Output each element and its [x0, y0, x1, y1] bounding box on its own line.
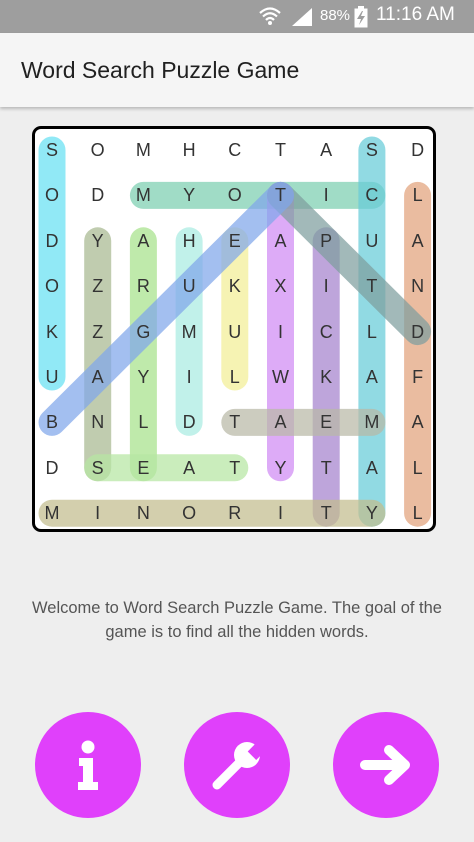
grid-letter[interactable]: O — [78, 135, 118, 165]
grid-letter[interactable]: I — [169, 362, 209, 392]
grid-letter[interactable]: H — [169, 226, 209, 256]
grid-letter[interactable]: O — [32, 180, 72, 210]
grid-letter[interactable]: Z — [78, 271, 118, 301]
grid-letter[interactable]: O — [169, 498, 209, 528]
grid-letter[interactable]: L — [123, 407, 163, 437]
grid-letter[interactable]: T — [215, 453, 255, 483]
grid-letter[interactable]: M — [352, 407, 392, 437]
grid-letter[interactable]: M — [169, 317, 209, 347]
grid-letter[interactable]: M — [123, 135, 163, 165]
grid-letter[interactable]: L — [352, 317, 392, 347]
grid-letter[interactable]: K — [32, 317, 72, 347]
grid-letter[interactable]: K — [306, 362, 346, 392]
grid-letter[interactable]: Z — [78, 317, 118, 347]
app-title: Word Search Puzzle Game — [21, 57, 300, 83]
app-bar: Word Search Puzzle Game — [0, 33, 474, 107]
grid-letter[interactable]: S — [32, 135, 72, 165]
grid-letter[interactable]: B — [32, 407, 72, 437]
grid-letter[interactable]: I — [306, 180, 346, 210]
grid-letter[interactable]: E — [215, 226, 255, 256]
grid-letter[interactable]: T — [306, 498, 346, 528]
wrench-icon — [212, 738, 270, 790]
found-word-highlight — [267, 181, 432, 346]
grid-letter[interactable]: A — [123, 226, 163, 256]
settings-button[interactable] — [184, 712, 290, 818]
grid-letter[interactable]: Y — [78, 226, 118, 256]
grid-letter[interactable]: A — [352, 453, 392, 483]
grid-letter[interactable]: Y — [169, 180, 209, 210]
word-grid[interactable]: SOMHCTASDODMYOTICLDYAHEAPUAOZRUKXITNKZGM… — [32, 126, 436, 532]
grid-letter[interactable]: U — [32, 362, 72, 392]
grid-letter[interactable]: D — [32, 453, 72, 483]
grid-letter[interactable]: O — [215, 180, 255, 210]
grid-letter[interactable]: C — [306, 317, 346, 347]
next-button[interactable] — [333, 712, 439, 818]
grid-letter[interactable]: Y — [352, 498, 392, 528]
grid-letter[interactable]: U — [352, 226, 392, 256]
grid-letter[interactable]: I — [261, 498, 301, 528]
grid-letter[interactable]: A — [398, 226, 438, 256]
grid-letter[interactable]: O — [32, 271, 72, 301]
grid-letter[interactable]: S — [78, 453, 118, 483]
info-button[interactable] — [35, 712, 141, 818]
grid-letter[interactable]: F — [398, 362, 438, 392]
wifi-icon — [258, 6, 282, 31]
grid-letter[interactable]: T — [261, 180, 301, 210]
grid-letter[interactable]: T — [352, 271, 392, 301]
grid-letter[interactable]: A — [398, 407, 438, 437]
grid-letter[interactable]: T — [261, 135, 301, 165]
grid-letter[interactable]: I — [78, 498, 118, 528]
grid-letter[interactable]: H — [169, 135, 209, 165]
grid-letter[interactable]: E — [306, 407, 346, 437]
grid-letter[interactable]: D — [169, 407, 209, 437]
grid-letter[interactable]: C — [352, 180, 392, 210]
grid-letter[interactable]: T — [215, 407, 255, 437]
grid-letter[interactable]: A — [261, 407, 301, 437]
grid-letter[interactable]: A — [261, 226, 301, 256]
grid-letter[interactable]: I — [306, 271, 346, 301]
clock: 11:16 AM — [376, 4, 455, 25]
status-bar: 88% 11:16 AM — [0, 0, 474, 33]
battery-percent: 88% — [320, 7, 351, 24]
grid-letter[interactable]: A — [78, 362, 118, 392]
grid-letter[interactable]: Y — [261, 453, 301, 483]
grid-letter[interactable]: A — [352, 362, 392, 392]
grid-letter[interactable]: L — [215, 362, 255, 392]
grid-letter[interactable]: M — [123, 180, 163, 210]
grid-letter[interactable]: R — [215, 498, 255, 528]
info-icon — [78, 740, 98, 790]
grid-letter[interactable]: S — [352, 135, 392, 165]
grid-letter[interactable]: E — [123, 453, 163, 483]
grid-letter[interactable]: N — [78, 407, 118, 437]
grid-letter[interactable]: A — [306, 135, 346, 165]
signal-icon — [290, 7, 314, 32]
grid-letter[interactable]: P — [306, 226, 346, 256]
grid-letter[interactable]: L — [398, 498, 438, 528]
grid-letter[interactable]: W — [261, 362, 301, 392]
welcome-text: Welcome to Word Search Puzzle Game. The … — [32, 599, 442, 641]
grid-letter[interactable]: A — [169, 453, 209, 483]
grid-letter[interactable]: L — [398, 180, 438, 210]
grid-letter[interactable]: R — [123, 271, 163, 301]
grid-letter[interactable]: U — [169, 271, 209, 301]
grid-letter[interactable]: K — [215, 271, 255, 301]
grid-letter[interactable]: C — [215, 135, 255, 165]
grid-letter[interactable]: N — [398, 271, 438, 301]
arrow-right-icon — [360, 745, 410, 785]
grid-letter[interactable]: D — [398, 317, 438, 347]
battery-charging-icon — [354, 6, 368, 33]
grid-letter[interactable]: X — [261, 271, 301, 301]
grid-letter[interactable]: Y — [123, 362, 163, 392]
grid-letter[interactable]: T — [306, 453, 346, 483]
grid-letter[interactable]: U — [215, 317, 255, 347]
grid-letter[interactable]: I — [261, 317, 301, 347]
grid-letter[interactable]: D — [78, 180, 118, 210]
grid-letter[interactable]: D — [398, 135, 438, 165]
grid-letter[interactable]: G — [123, 317, 163, 347]
grid-letter[interactable]: M — [32, 498, 72, 528]
grid-letter[interactable]: L — [398, 453, 438, 483]
grid-letter[interactable]: D — [32, 226, 72, 256]
grid-letter[interactable]: N — [123, 498, 163, 528]
